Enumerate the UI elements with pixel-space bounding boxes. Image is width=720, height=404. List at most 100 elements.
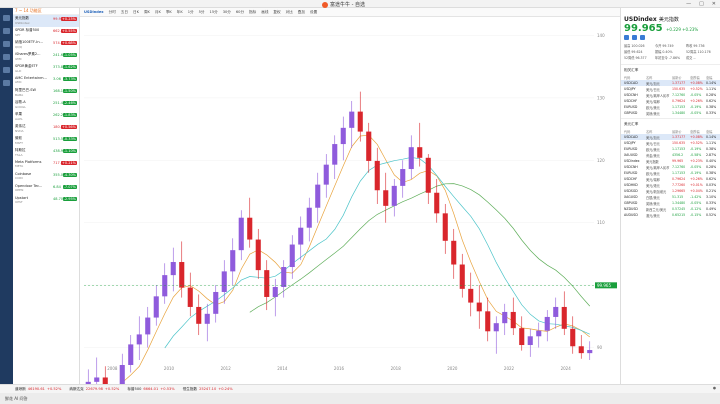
index-value: 22679.98	[85, 386, 103, 391]
usd-fx-cell-price: 1.29665	[672, 189, 686, 193]
usd-fx-cell-price: 4356.2	[672, 153, 684, 157]
watchlist-row[interactable]: 谷歌-A GOOGL 251.46 -2.46%	[13, 99, 79, 111]
toolbar-item[interactable]: 叠加	[298, 10, 305, 15]
kline-chart-svg[interactable]: 9010011012013014020082010201220142016201…	[80, 17, 620, 404]
watchlist-row[interactable]: 英伟达 NVDA 180.03 +0.56%	[13, 123, 79, 135]
usd-fx-cell-name: 美元指数	[646, 159, 659, 164]
toolbar-item[interactable]: 日K	[133, 10, 139, 15]
usd-fx-cell-chg: +0.01%	[690, 183, 703, 187]
candle-body	[289, 244, 295, 268]
toolbar-item[interactable]: 分时	[109, 10, 116, 15]
usd-fx-header: 代码 名称 最新价 涨跌幅 涨幅	[621, 128, 720, 134]
watch-change: -2.46%	[62, 101, 77, 105]
usd-fx-cell-pct: 0.49%	[706, 207, 717, 211]
toolbar-item[interactable]: 画线	[261, 10, 268, 15]
usd-fx-cell-chg: -0.58%	[690, 153, 702, 157]
watchlist-row[interactable]: Coinbase COIN 355.08 -4.30%	[13, 171, 79, 183]
watchlist-row[interactable]: 苹果 AAPL 262.24 -1.83%	[13, 111, 79, 123]
watchlist-row[interactable]: AMC Entertainm... AMC 3.06 -3.73%	[13, 75, 79, 87]
watchlist-row[interactable]: Opendoor Tec... OPEN 6.84 -7.07%	[13, 183, 79, 195]
toolbar-item[interactable]: 指标	[249, 10, 256, 15]
watchlist-row[interactable]: SPDR黄金ETF GLD 373.82 -1.62%	[13, 63, 79, 75]
watchlist-row[interactable]: 阿里巴巴-SW BABA 168.10 -1.50%	[13, 87, 79, 99]
watchlist-row[interactable]: 纳指100ETF-In... QQQ 574.22 +0.68%	[13, 39, 79, 51]
nav-news-icon[interactable]	[3, 54, 10, 60]
usd-fx-cell-chg: +0.52%	[690, 141, 703, 145]
index-change: +0.52%	[46, 386, 62, 391]
toolbar-item[interactable]: 复权	[273, 10, 280, 15]
related-fx-col-header[interactable]: 名称	[646, 75, 672, 80]
usd-fx-cell-chg: -0.19%	[690, 171, 702, 175]
toolbar-item[interactable]: 对比	[286, 10, 293, 15]
watchlist-row[interactable]: 微软 MSFT 513.58 -0.33%	[13, 135, 79, 147]
toolbar-item[interactable]: 季K	[166, 10, 172, 15]
alert-icon[interactable]	[624, 35, 629, 40]
usd-fx-col-header[interactable]: 涨跌幅	[690, 129, 706, 134]
toolbar-item[interactable]: 设置	[310, 10, 317, 15]
index-ticker[interactable]: 纳斯达克 22679.98 +0.52%	[69, 387, 119, 392]
watch-code: AAPL	[15, 117, 23, 121]
toolbar-item[interactable]: 15分	[210, 10, 218, 15]
watchlist-row[interactable]: SPDR 标普500 SPY 662.34 +0.55%	[13, 27, 79, 39]
toolbar-item[interactable]: 周K	[144, 10, 150, 15]
nav-watchlist-icon[interactable]	[3, 28, 10, 34]
candle-body	[170, 262, 176, 276]
related-fx-col-header[interactable]: 涨幅	[706, 75, 720, 80]
x-tick-label: 2024	[561, 366, 572, 371]
usd-fx-col-header[interactable]: 代码	[624, 129, 646, 134]
related-fx-cell-price: 1.37177	[672, 81, 686, 85]
minimize-icon[interactable]: —	[686, 1, 691, 7]
candle-body	[162, 275, 168, 297]
related-fx-col-header[interactable]: 最新价	[672, 75, 690, 80]
watchlist-row[interactable]: iShares罗素2... IWM 241.60 -1.05%	[13, 51, 79, 63]
usd-fx-title: 美元汇率	[621, 118, 720, 128]
toolbar-item[interactable]: 60分	[236, 10, 244, 15]
usd-fx-cell-name: 新西兰元/美元	[646, 207, 667, 212]
ai-chat-entry[interactable]: 鲜花 AI 问答	[5, 396, 27, 401]
related-fx-col-header[interactable]: 代码	[624, 75, 646, 80]
usd-fx-col-header[interactable]: 涨幅	[706, 129, 720, 134]
futu-logo-icon	[322, 1, 328, 8]
toolbar-item[interactable]: 五日	[121, 10, 128, 15]
candle-body	[238, 217, 244, 251]
related-fx-cell-name: 美元/加元	[646, 81, 660, 86]
candle-body	[561, 306, 567, 329]
share-icon[interactable]	[640, 35, 645, 40]
favorite-icon[interactable]	[632, 35, 637, 40]
usd-fx-cell-code: XAUUSD	[624, 153, 638, 157]
watchlist-tab[interactable]: 7 ~ 14 功能区	[13, 8, 79, 15]
quote-side-panel: USDindex 美元指数 99.965 +0.229 +0.23% 最高 10…	[620, 8, 720, 384]
index-ticker[interactable]: 道琼斯 46190.61 +0.52%	[15, 387, 61, 392]
usd-fx-cell-pct: 0.28%	[706, 165, 717, 169]
watchlist-row[interactable]: Upstart UPST 48.70 -2.95%	[13, 195, 79, 207]
kline-chart[interactable]: 9010011012013014020082010201220142016201…	[80, 17, 620, 404]
usd-fx-row[interactable]: AUDUSD 澳元/美元 0.65215 -0.15% 0.52%	[621, 212, 720, 218]
toolbar-item[interactable]: 1分	[188, 10, 194, 15]
nav-trade-icon[interactable]	[3, 41, 10, 47]
usd-fx-cell-price: 7.77260	[672, 183, 686, 187]
watchlist-row[interactable]: 特斯拉 TSLA 438.97 -1.10%	[13, 147, 79, 159]
nav-market-icon[interactable]	[3, 15, 10, 21]
nav-more-icon[interactable]	[3, 80, 10, 86]
usd-fx-cell-pct: 0.33%	[706, 201, 717, 205]
usd-fx-cell-price: 1.37177	[672, 135, 686, 139]
related-fx-col-header[interactable]: 涨跌幅	[690, 75, 706, 80]
candle-body	[493, 323, 499, 332]
watchlist-row[interactable]: 美元指数 USDindex 99.965 +0.23%	[13, 15, 79, 27]
index-ticker[interactable]: 恒生指数 25247.10 +0.24%	[183, 387, 233, 392]
toolbar-item[interactable]: 5分	[199, 10, 205, 15]
toolbar-item[interactable]: 30分	[223, 10, 231, 15]
watchlist-row[interactable]: Meta Platforms META 717.55 +0.21%	[13, 159, 79, 171]
related-fx-row[interactable]: GBPUSD 英镑/美元 1.34480 -0.05% 0.33%	[621, 110, 720, 116]
nav-community-icon[interactable]	[3, 67, 10, 73]
index-ticker[interactable]: 标普500 6664.01 +0.53%	[127, 387, 174, 392]
usd-fx-col-header[interactable]: 最新价	[672, 129, 690, 134]
quote-stat: 成交 --	[686, 56, 696, 60]
usd-fx-cell-price: 7.12760	[672, 165, 686, 169]
toolbar-item[interactable]: 年K	[177, 10, 183, 15]
close-icon[interactable]: ✕	[712, 1, 716, 7]
usd-fx-col-header[interactable]: 名称	[646, 129, 672, 134]
toolbar-item[interactable]: 月K	[155, 10, 161, 15]
maximize-icon[interactable]: □	[699, 1, 704, 7]
usd-fx-cell-chg: -1.42%	[690, 195, 702, 199]
